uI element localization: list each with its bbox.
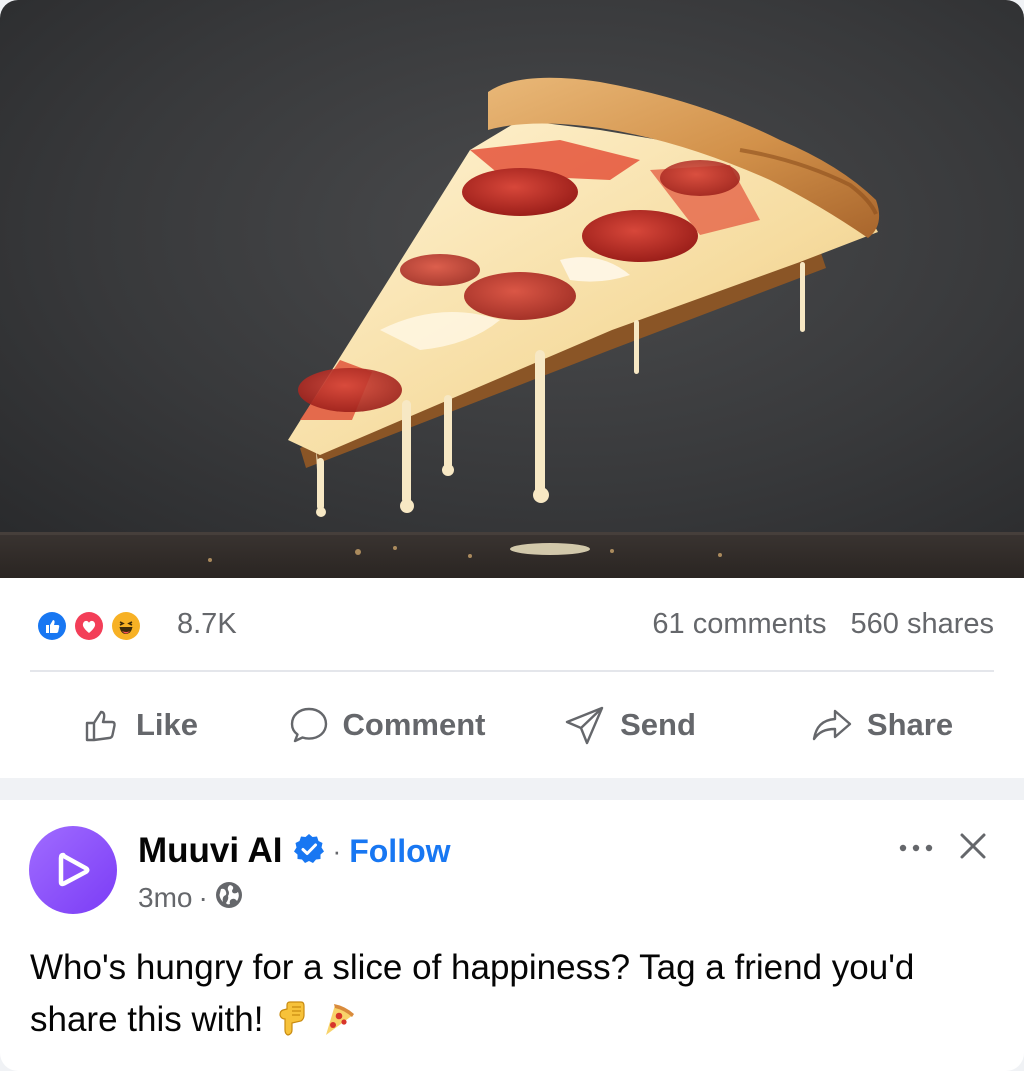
- post-photo[interactable]: [0, 0, 1024, 578]
- post-card: 8.7K 61 comments 560 shares Like Comment: [0, 0, 1024, 1071]
- haha-reaction-icon: [110, 610, 142, 642]
- comments-count[interactable]: 61 comments: [652, 608, 826, 640]
- play-logo-icon: [58, 852, 90, 887]
- post-meta: 3mo ·: [138, 880, 244, 916]
- post-engagement: 8.7K 61 comments 560 shares Like Comment: [0, 578, 1024, 778]
- more-dots-icon: [899, 844, 933, 852]
- stats-bar: 8.7K 61 comments 560 shares: [0, 578, 1024, 670]
- follow-button[interactable]: Follow: [349, 833, 450, 870]
- pizza-photo-image: [0, 0, 1024, 578]
- like-label: Like: [135, 707, 199, 742]
- share-label: Share: [866, 707, 954, 742]
- shares-count[interactable]: 560 shares: [851, 608, 995, 640]
- like-button[interactable]: Like: [30, 672, 250, 778]
- close-icon: [960, 833, 986, 859]
- close-button[interactable]: [955, 828, 991, 864]
- like-reaction-icon: [36, 610, 68, 642]
- engagement-counts: 61 comments 560 shares: [652, 608, 994, 641]
- post-caption: Who's hungry for a slice of happiness? T…: [30, 942, 1002, 1052]
- post-header: Muuvi AI · Follow 3mo · Who's hungry for…: [0, 800, 1024, 1071]
- pizza-emoji-icon: [321, 1000, 355, 1052]
- separator-dot: ·: [332, 835, 342, 866]
- reaction-count[interactable]: 8.7K: [177, 608, 237, 641]
- love-reaction-icon: [73, 610, 105, 642]
- author-name[interactable]: Muuvi AI: [138, 831, 283, 871]
- pointing-down-emoji-icon: [277, 1000, 307, 1052]
- share-arrow-icon: [812, 709, 852, 741]
- action-bar: Like Comment Send Share: [30, 672, 994, 778]
- globe-icon: [214, 880, 244, 917]
- paper-plane-icon: [565, 706, 604, 745]
- speech-bubble-icon: [290, 707, 327, 743]
- comment-button[interactable]: Comment: [262, 672, 512, 778]
- post-age[interactable]: 3mo: [138, 882, 192, 914]
- share-button[interactable]: Share: [770, 672, 994, 778]
- verified-badge-icon: [293, 833, 325, 870]
- caption-text: Who's hungry for a slice of happiness? T…: [30, 948, 915, 1039]
- send-label: Send: [620, 707, 696, 742]
- send-button[interactable]: Send: [530, 672, 730, 778]
- meta-separator-dot: ·: [198, 882, 208, 913]
- thumbs-up-icon: [85, 710, 116, 742]
- more-options-button[interactable]: [896, 830, 936, 866]
- author-line: Muuvi AI · Follow: [138, 830, 451, 872]
- comment-label: Comment: [342, 707, 486, 742]
- avatar[interactable]: [29, 826, 117, 914]
